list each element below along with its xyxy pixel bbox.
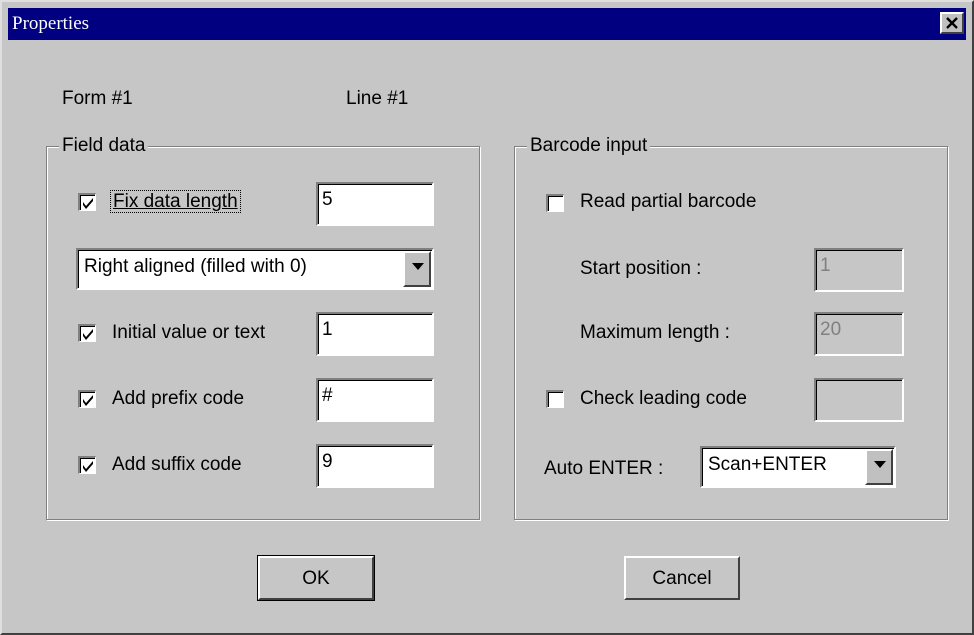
ok-button[interactable]: OK [257, 555, 375, 601]
checkmark-icon [83, 198, 93, 209]
maximum-length-input[interactable]: 20 [814, 312, 904, 356]
fix-data-length-text: Fix data length [113, 191, 238, 212]
alignment-selected-value: Right aligned (filled with 0) [84, 256, 307, 277]
auto-enter-select[interactable]: Scan+ENTER [700, 446, 896, 488]
add-prefix-input[interactable]: # [316, 378, 434, 422]
add-suffix-label[interactable]: Add suffix code [112, 454, 242, 476]
close-icon [946, 17, 958, 29]
read-partial-barcode-checkbox[interactable] [546, 194, 564, 212]
fix-data-length-input[interactable]: 5 [316, 182, 434, 226]
start-position-label: Start position : [580, 258, 702, 279]
form-label: Form #1 [62, 88, 133, 109]
chevron-down-icon [874, 461, 886, 468]
auto-enter-dropdown-button[interactable] [865, 449, 893, 485]
cancel-button-label: Cancel [652, 568, 712, 589]
alignment-select[interactable]: Right aligned (filled with 0) [76, 248, 434, 290]
checkmark-icon [83, 461, 93, 472]
alignment-dropdown-button[interactable] [403, 251, 431, 287]
read-partial-barcode-label[interactable]: Read partial barcode [580, 191, 756, 213]
ok-button-label: OK [302, 568, 330, 589]
initial-value-checkbox[interactable] [78, 324, 96, 342]
barcode-input-legend: Barcode input [527, 135, 651, 157]
title-bar[interactable]: Properties [8, 8, 966, 40]
check-leading-code-input[interactable] [814, 378, 904, 422]
fix-data-length-checkbox[interactable] [78, 193, 96, 211]
check-leading-code-checkbox[interactable] [546, 390, 564, 408]
field-data-legend: Field data [59, 135, 149, 157]
initial-value-label[interactable]: Initial value or text [112, 322, 265, 344]
fix-data-length-label[interactable]: Fix data length [110, 190, 241, 213]
window-title: Properties [12, 13, 90, 34]
close-button[interactable] [940, 12, 964, 34]
add-prefix-checkbox[interactable] [78, 390, 96, 408]
add-prefix-label[interactable]: Add prefix code [112, 388, 244, 410]
add-suffix-input[interactable]: 9 [316, 444, 434, 488]
cancel-button[interactable]: Cancel [624, 556, 740, 600]
maximum-length-label: Maximum length : [580, 322, 730, 343]
start-position-input[interactable]: 1 [814, 248, 904, 292]
auto-enter-selected-value: Scan+ENTER [708, 454, 827, 475]
check-leading-code-label[interactable]: Check leading code [580, 388, 747, 410]
line-label: Line #1 [346, 88, 409, 109]
properties-dialog: Properties Form #1 Line #1 Field data Fi… [0, 0, 974, 635]
add-suffix-checkbox[interactable] [78, 456, 96, 474]
checkmark-icon [83, 395, 93, 406]
chevron-down-icon [412, 263, 424, 270]
initial-value-input[interactable]: 1 [316, 312, 434, 356]
auto-enter-label: Auto ENTER : [544, 458, 664, 479]
checkmark-icon [83, 329, 93, 340]
